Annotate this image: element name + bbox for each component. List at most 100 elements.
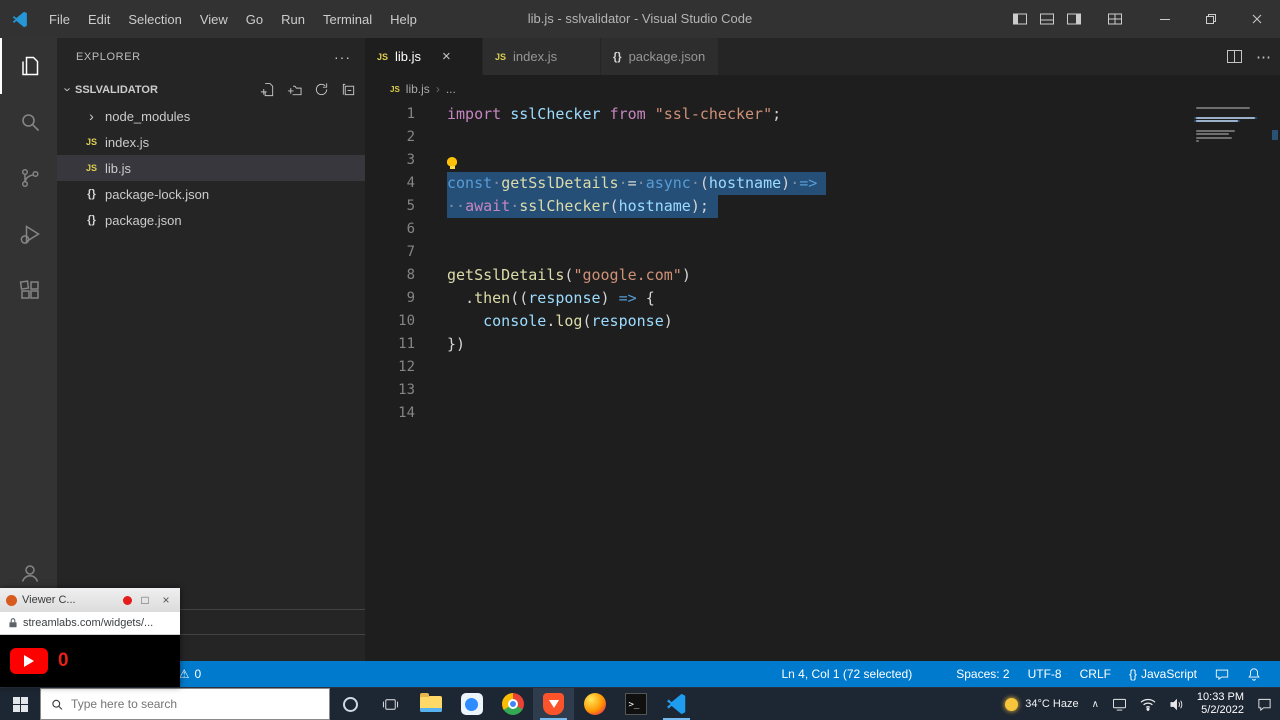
code-line-2[interactable]: 2 xyxy=(365,126,1280,149)
line-number[interactable]: 12 xyxy=(365,356,415,379)
toggle-secondary-sidebar-icon[interactable] xyxy=(1060,0,1087,38)
code-line-9[interactable]: 9 .then((response) => { xyxy=(365,287,1280,310)
feedback-icon[interactable] xyxy=(1206,667,1238,681)
taskbar-search-input[interactable] xyxy=(71,697,319,711)
restore-button[interactable] xyxy=(1188,0,1234,38)
viewer-maximize-button[interactable]: □ xyxy=(137,593,153,607)
code-line-11[interactable]: 11}) xyxy=(365,333,1280,356)
refresh-icon[interactable] xyxy=(312,81,330,99)
menu-selection[interactable]: Selection xyxy=(119,0,190,38)
menu-go[interactable]: Go xyxy=(237,0,272,38)
action-center-icon[interactable] xyxy=(1257,697,1272,712)
collapse-all-icon[interactable] xyxy=(339,81,357,99)
cursor-position[interactable]: Ln 4, Col 1 (72 selected) xyxy=(772,667,921,681)
code-line-14[interactable]: 14 xyxy=(365,402,1280,425)
new-folder-icon[interactable] xyxy=(285,81,303,99)
taskbar-app-command-prompt[interactable]: >_ xyxy=(615,688,656,720)
code-line-5[interactable]: 5··await·sslChecker(hostname); xyxy=(365,195,1280,218)
taskbar-app-chrome[interactable] xyxy=(492,688,533,720)
customize-layout-icon[interactable] xyxy=(1101,0,1128,38)
line-number[interactable]: 2 xyxy=(365,126,415,149)
tree-item-index.js[interactable]: JSindex.js xyxy=(57,129,365,155)
close-tab-icon[interactable]: × xyxy=(442,49,451,64)
scrollbar[interactable] xyxy=(1270,103,1280,661)
breadcrumb-file[interactable]: lib.js xyxy=(406,82,430,96)
code-line-13[interactable]: 13 xyxy=(365,379,1280,402)
source-control-icon[interactable] xyxy=(0,150,57,206)
line-number[interactable]: 5 xyxy=(365,195,415,218)
taskbar-app-brave[interactable] xyxy=(533,688,574,720)
close-button[interactable] xyxy=(1234,0,1280,38)
menu-help[interactable]: Help xyxy=(381,0,426,38)
menu-view[interactable]: View xyxy=(191,0,237,38)
folder-section-header[interactable]: › SSLVALIDATOR xyxy=(57,76,365,103)
line-number[interactable]: 3 xyxy=(365,149,415,172)
viewer-window-titlebar[interactable]: Viewer C... □ × xyxy=(0,588,180,612)
explorer-more-actions[interactable]: ··· xyxy=(334,49,351,65)
tree-item-node_modules[interactable]: ›node_modules xyxy=(57,103,365,129)
toggle-sidebar-icon[interactable] xyxy=(1006,0,1033,38)
weather-widget[interactable]: 34°C Haze xyxy=(1005,698,1078,711)
line-number[interactable]: 14 xyxy=(365,402,415,425)
language-status[interactable]: {} JavaScript xyxy=(1120,667,1206,681)
eol-status[interactable]: CRLF xyxy=(1071,667,1120,681)
tree-item-lib.js[interactable]: JSlib.js xyxy=(57,155,365,181)
line-number[interactable]: 4 xyxy=(365,172,415,195)
code-line-3[interactable]: 3 xyxy=(365,149,1280,172)
line-number[interactable]: 9 xyxy=(365,287,415,310)
task-view-button[interactable] xyxy=(370,688,410,720)
menu-terminal[interactable]: Terminal xyxy=(314,0,381,38)
volume-icon[interactable] xyxy=(1169,698,1184,711)
taskbar-app-zoom[interactable] xyxy=(451,688,492,720)
vscode-logo-icon[interactable] xyxy=(0,0,40,38)
code-line-8[interactable]: 8getSslDetails("google.com") xyxy=(365,264,1280,287)
code-line-6[interactable]: 6 xyxy=(365,218,1280,241)
encoding-status[interactable]: UTF-8 xyxy=(1019,667,1071,681)
taskbar-app-vscode[interactable] xyxy=(656,688,697,720)
taskbar-search[interactable] xyxy=(40,688,330,720)
tree-item-package.json[interactable]: {}package.json xyxy=(57,207,365,233)
tab-index.js[interactable]: JSindex.js xyxy=(483,38,601,75)
new-file-icon[interactable] xyxy=(258,81,276,99)
cortana-button[interactable] xyxy=(330,688,370,720)
viewer-close-button[interactable]: × xyxy=(158,593,174,607)
show-hidden-icons-button[interactable]: ∧ xyxy=(1092,699,1099,710)
toggle-panel-icon[interactable] xyxy=(1033,0,1060,38)
split-editor-icon[interactable] xyxy=(1227,50,1242,63)
line-number[interactable]: 7 xyxy=(365,241,415,264)
editor-more-actions-icon[interactable]: ⋯ xyxy=(1256,48,1272,66)
breadcrumb-symbol[interactable]: ... xyxy=(446,82,456,96)
viewer-url-bar[interactable]: streamlabs.com/widgets/... xyxy=(0,612,180,635)
display-icon[interactable] xyxy=(1112,698,1127,711)
line-number[interactable]: 11 xyxy=(365,333,415,356)
code-editor[interactable]: 1import sslChecker from "ssl-checker";23… xyxy=(365,103,1280,661)
code-line-10[interactable]: 10 console.log(response) xyxy=(365,310,1280,333)
tab-package.json[interactable]: {}package.json xyxy=(601,38,719,75)
code-line-12[interactable]: 12 xyxy=(365,356,1280,379)
line-number[interactable]: 13 xyxy=(365,379,415,402)
taskbar-app-file-explorer[interactable] xyxy=(410,688,451,720)
indentation-status[interactable]: Spaces: 2 xyxy=(947,667,1018,681)
run-and-debug-icon[interactable] xyxy=(0,206,57,262)
search-icon[interactable] xyxy=(0,94,57,150)
extensions-icon[interactable] xyxy=(0,262,57,318)
line-number[interactable]: 8 xyxy=(365,264,415,287)
taskbar-clock[interactable]: 10:33 PM 5/2/2022 xyxy=(1197,691,1244,717)
code-line-4[interactable]: 4const·getSslDetails·=·async·(hostname)·… xyxy=(365,172,1280,195)
tab-lib.js[interactable]: JSlib.js× xyxy=(365,38,483,75)
menu-run[interactable]: Run xyxy=(272,0,314,38)
start-button[interactable] xyxy=(0,688,40,720)
minimap[interactable] xyxy=(1196,107,1266,153)
line-number[interactable]: 10 xyxy=(365,310,415,333)
notifications-bell-icon[interactable] xyxy=(1238,667,1270,681)
code-line-1[interactable]: 1import sslChecker from "ssl-checker"; xyxy=(365,103,1280,126)
minimize-button[interactable] xyxy=(1142,0,1188,38)
menu-edit[interactable]: Edit xyxy=(79,0,119,38)
taskbar-app-firefox[interactable] xyxy=(574,688,615,720)
explorer-icon[interactable] xyxy=(0,38,57,94)
line-number[interactable]: 1 xyxy=(365,103,415,126)
line-number[interactable]: 6 xyxy=(365,218,415,241)
code-line-7[interactable]: 7 xyxy=(365,241,1280,264)
tree-item-package-lock.json[interactable]: {}package-lock.json xyxy=(57,181,365,207)
lightbulb-icon[interactable] xyxy=(447,157,457,166)
